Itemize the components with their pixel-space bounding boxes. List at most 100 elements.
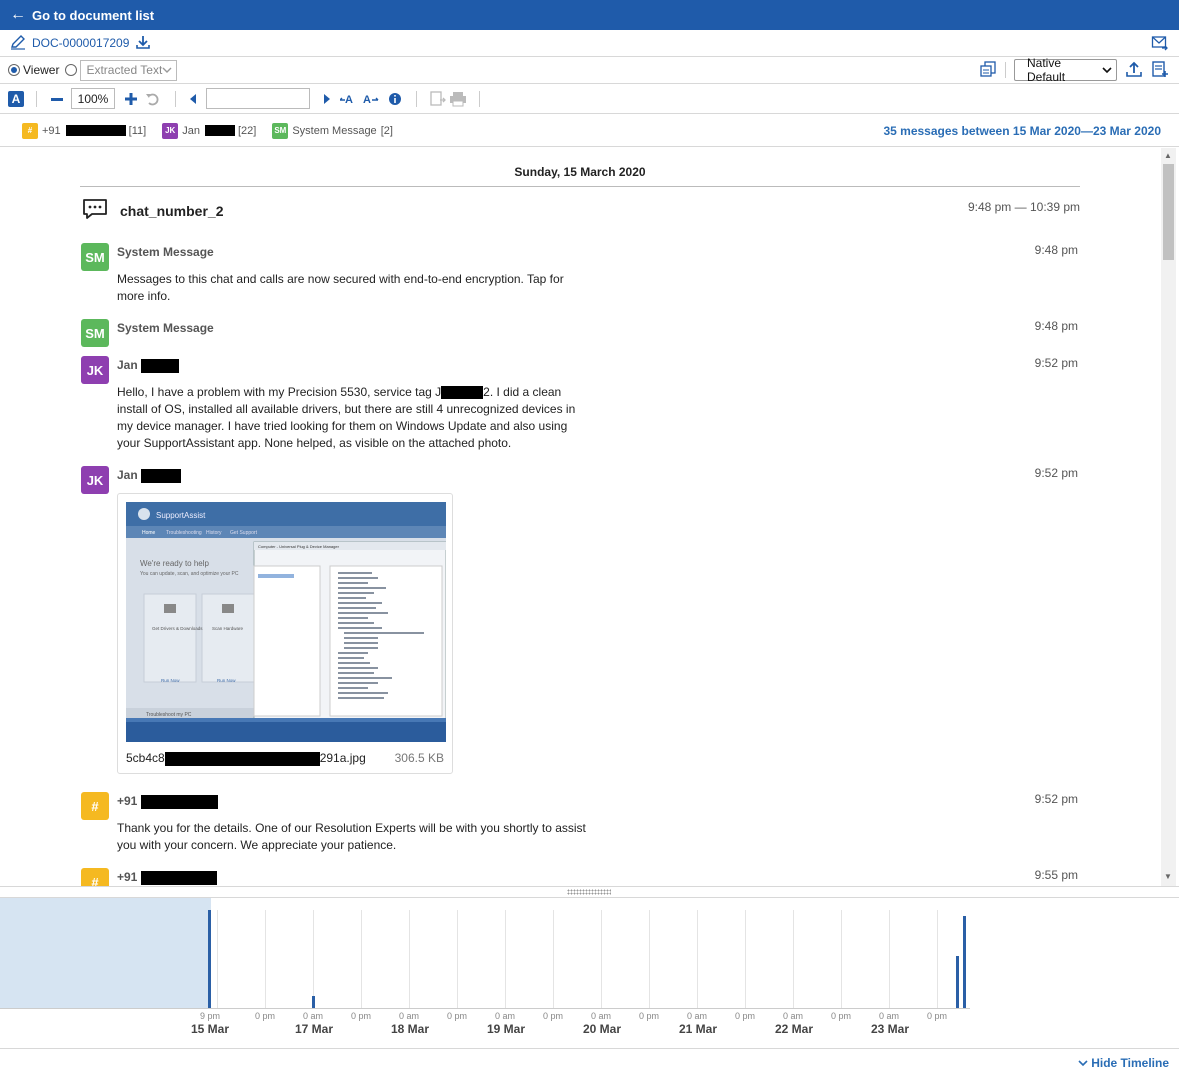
message-time: 9:55 pm: [1034, 868, 1078, 882]
body-part: Hello, I have a problem with my Precisio…: [117, 385, 442, 399]
participant-chip[interactable]: # +91 [11]: [22, 122, 147, 139]
participant-count: [22]: [237, 124, 257, 137]
next-icon[interactable]: [322, 93, 332, 105]
participant-count: [2]: [380, 124, 393, 137]
message: SM System Message 9:48 pm Messages to th…: [81, 243, 1081, 303]
participant-name: +91: [42, 124, 61, 137]
back-to-document-list[interactable]: ← Go to document list: [0, 0, 1179, 30]
timeline-bar[interactable]: [956, 956, 959, 1008]
font-icon[interactable]: A: [8, 90, 24, 107]
search-input[interactable]: [206, 88, 310, 109]
timeline-bar[interactable]: [312, 996, 315, 1008]
message: # +91 9:55 pm: [81, 868, 1081, 886]
timeline-tick: 0 pm: [254, 1011, 275, 1021]
scrollbar-thumb[interactable]: [1163, 164, 1174, 260]
timeline-splitter[interactable]: [0, 886, 1179, 898]
chevron-down-icon: [1078, 1056, 1091, 1070]
download-icon[interactable]: [135, 34, 151, 53]
timeline-date-label: 15 Mar: [190, 1022, 230, 1036]
participant-count: [11]: [128, 124, 147, 137]
timeline-gridline: [937, 910, 938, 1008]
timeline-tick: 0 am: [302, 1011, 323, 1021]
separator: [175, 90, 176, 107]
avatar: SM: [81, 319, 109, 347]
avatar: JK: [81, 356, 109, 384]
native-default-select[interactable]: Native Default: [1014, 56, 1117, 84]
photo-text: We're ready to help: [140, 559, 210, 568]
viewer-radio[interactable]: [8, 64, 20, 76]
find-previous-icon[interactable]: A: [340, 92, 358, 106]
previous-icon[interactable]: [188, 93, 198, 105]
avatar: #: [81, 868, 109, 886]
timeline-selection[interactable]: [0, 898, 211, 1008]
viewer-label: Viewer: [23, 63, 60, 77]
filename-part: 291a.jpg: [319, 751, 366, 765]
back-label: Go to document list: [32, 7, 155, 23]
timeline-bar[interactable]: [208, 910, 211, 1008]
message-timeline[interactable]: 9 pm 0 pm 0 am 0 pm 0 am 0 pm 0 am 0 pm …: [0, 898, 1179, 1048]
chat-content[interactable]: Sunday, 15 March 2020 chat_number_2 9:48…: [0, 148, 1161, 886]
scroll-up-icon[interactable]: ▲: [1164, 151, 1172, 160]
redaction-box: [204, 125, 235, 136]
timeline-tick: 0 pm: [446, 1011, 467, 1021]
timeline-tick: 0 pm: [830, 1011, 851, 1021]
drag-handle[interactable]: [567, 889, 611, 895]
viewer-toolbar: A 100% A A: [0, 84, 1179, 114]
photo-text: Troubleshooting: [166, 530, 202, 536]
redaction-box: [140, 870, 217, 885]
email-export-icon[interactable]: [1151, 34, 1169, 55]
sender-name: +91: [117, 870, 138, 884]
redaction-box: [141, 358, 180, 373]
chevron-down-icon: [1102, 63, 1112, 77]
arrow-left-icon: ←: [10, 6, 26, 23]
timeline-gridline: [553, 910, 554, 1008]
svg-text:A: A: [345, 94, 353, 106]
photo-text: Get Support: [230, 530, 258, 536]
timeline-gridline: [649, 910, 650, 1008]
chat-bubble-icon: [82, 198, 108, 223]
pdf-icon: [429, 90, 447, 107]
zoom-out-icon[interactable]: [49, 91, 65, 107]
timeline-date-label: 22 Mar: [774, 1022, 814, 1036]
upload-icon[interactable]: [1125, 60, 1143, 81]
image-attachment[interactable]: SupportAssist Precision 5530 | Service T…: [117, 493, 453, 774]
info-icon[interactable]: [388, 92, 402, 106]
timeline-date-label: 19 Mar: [486, 1022, 526, 1036]
timeline-date-label: 21 Mar: [678, 1022, 718, 1036]
filename-part: 5cb4c8: [126, 751, 165, 765]
zoom-in-icon[interactable]: [123, 91, 139, 107]
participant-avatar: JK: [162, 122, 179, 139]
participant-chip[interactable]: SM System Message [2]: [272, 122, 393, 139]
message-time: 9:52 pm: [1034, 466, 1078, 480]
timeline-gridline: [217, 910, 218, 1008]
timeline-tick: 0 am: [590, 1011, 611, 1021]
vertical-scrollbar[interactable]: ▲ ▼: [1161, 148, 1176, 886]
timeline-bar[interactable]: [963, 916, 966, 1008]
photo-text: Run Now: [161, 678, 180, 683]
photo-illustration: SupportAssist Precision 5530 | Service T…: [126, 502, 446, 742]
extracted-text-select[interactable]: Extracted Text: [80, 59, 178, 81]
scroll-down-icon[interactable]: ▼: [1164, 872, 1172, 881]
sender-name: Jan: [117, 358, 138, 372]
chat-title: chat_number_2: [120, 202, 224, 219]
participant-chip[interactable]: JK Jan [22]: [162, 122, 257, 139]
find-next-icon[interactable]: A: [362, 92, 380, 106]
zoom-level-input[interactable]: 100%: [71, 88, 115, 109]
add-note-icon[interactable]: [1151, 60, 1169, 81]
message: SM System Message 9:48 pm: [81, 319, 1081, 349]
timeline-axis: [0, 1008, 970, 1009]
edit-pen-icon[interactable]: [10, 34, 26, 53]
hide-timeline-button[interactable]: Hide Timeline: [1078, 1056, 1169, 1070]
separator: [1005, 62, 1006, 78]
timeline-date-label: 17 Mar: [294, 1022, 334, 1036]
divider: [80, 186, 1080, 187]
photo-text: SupportAssist: [156, 511, 206, 520]
attached-photo[interactable]: SupportAssist Precision 5530 | Service T…: [126, 502, 446, 742]
copy-pages-icon[interactable]: [979, 60, 997, 81]
extracted-text-radio[interactable]: [65, 64, 78, 76]
day-header: Sunday, 15 March 2020: [514, 165, 646, 179]
participant-name: Jan: [182, 124, 200, 137]
rotate-icon[interactable]: [145, 91, 161, 107]
message-body: Hello, I have a problem with my Precisio…: [117, 384, 587, 452]
attachment-filename[interactable]: 5cb4c8 291a.jpg: [126, 751, 366, 766]
